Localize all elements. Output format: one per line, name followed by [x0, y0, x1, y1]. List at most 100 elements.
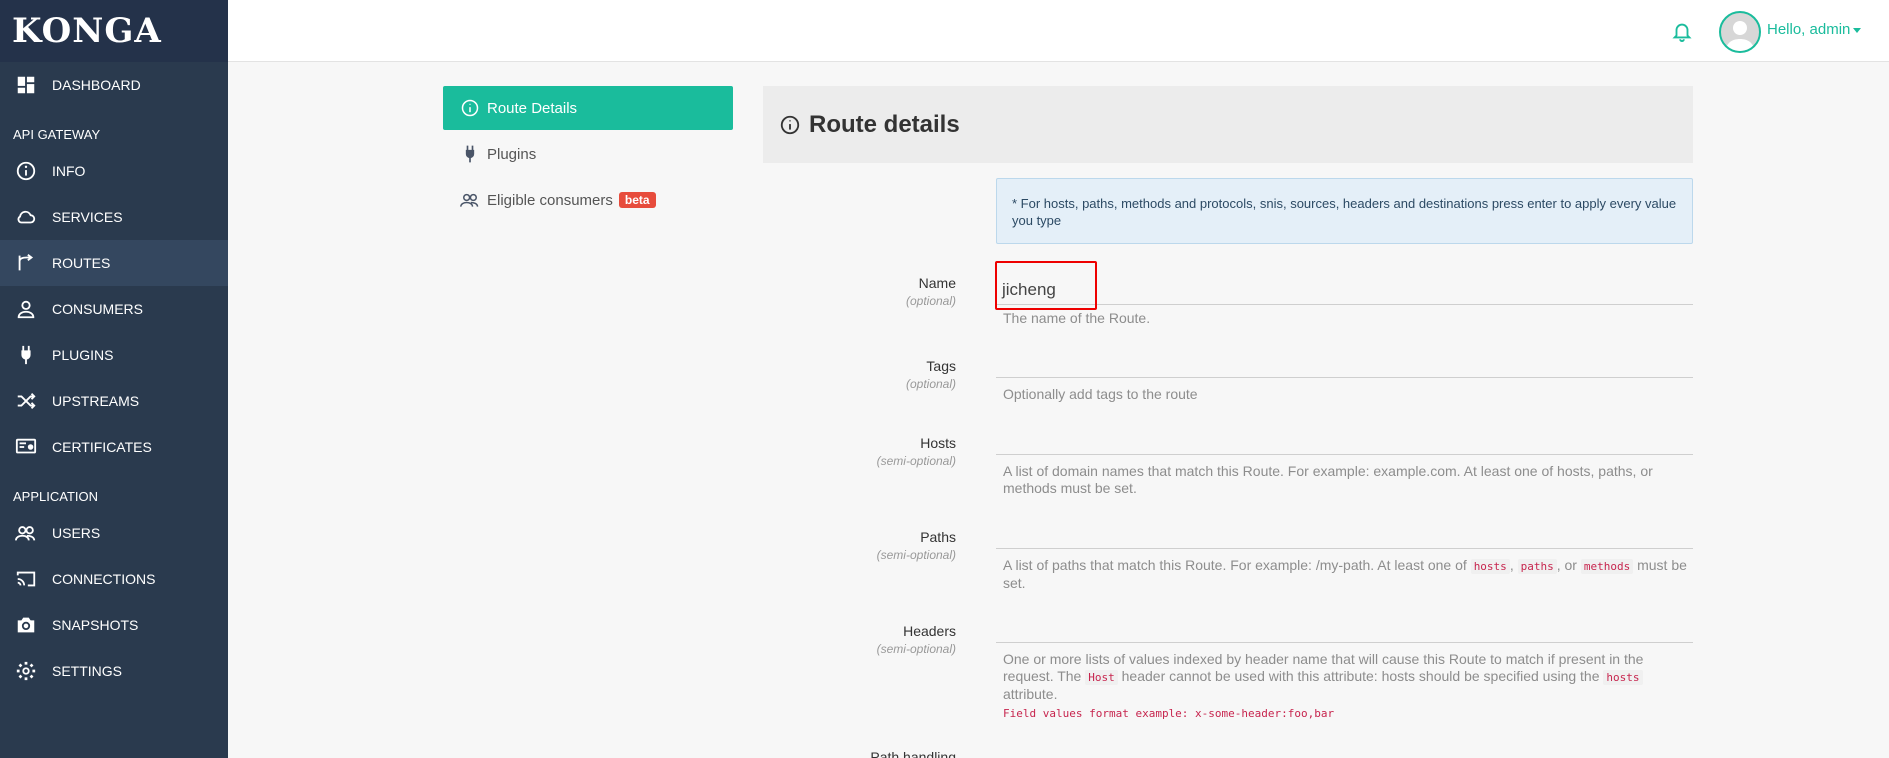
info-icon	[459, 97, 481, 119]
sidebar-item-snapshots[interactable]: SNAPSHOTS	[0, 602, 228, 648]
avatar[interactable]	[1719, 11, 1761, 53]
sidebar-item-label: SNAPSHOTS	[52, 617, 139, 633]
sidebar-item-settings[interactable]: SETTINGS	[0, 648, 228, 694]
tags-help: Optionally add tags to the route	[1003, 386, 1198, 402]
label-semi-optional: (semi-optional)	[876, 548, 956, 562]
label-optional: (optional)	[905, 377, 956, 391]
label-hosts: Hosts	[920, 435, 956, 451]
code-hosts: hosts	[1603, 670, 1643, 685]
panel-header: Route details	[763, 86, 1693, 163]
sidebar-item-label: PLUGINS	[52, 347, 114, 363]
label-paths: Paths	[920, 529, 956, 545]
sidebar: KONGA DASHBOARD API GATEWAY INFO SERVICE…	[0, 0, 228, 758]
sidebar-item-consumers[interactable]: CONSUMERS	[0, 286, 228, 332]
name-help: The name of the Route.	[1003, 310, 1151, 326]
tab-label: Eligible consumers	[487, 191, 613, 209]
sidebar-item-connections[interactable]: CONNECTIONS	[0, 556, 228, 602]
label-semi-optional: (semi-optional)	[876, 454, 956, 468]
sidebar-item-certificates[interactable]: CERTIFICATES	[0, 424, 228, 470]
hosts-input[interactable]	[996, 421, 1693, 455]
sidebar-item-services[interactable]: SERVICES	[0, 194, 228, 240]
headers-format-example: Field values format example: x-some-head…	[1003, 707, 1335, 720]
sidebar-item-plugins[interactable]: PLUGINS	[0, 332, 228, 378]
sidebar-item-label: CONNECTIONS	[52, 571, 156, 587]
headers-help-text-mid: header cannot be used with this attribut…	[1121, 668, 1600, 684]
dashboard-icon	[14, 73, 38, 97]
certificate-icon	[14, 435, 38, 459]
label-path-handling: Path handling	[870, 749, 956, 758]
separator: , or	[1556, 557, 1577, 573]
routes-icon	[14, 251, 38, 275]
route-subnav: Route Details Plugins Eligible consumers…	[443, 86, 733, 224]
field-label: Headers (semi-optional)	[756, 623, 956, 656]
sidebar-item-label: UPSTREAMS	[52, 393, 140, 409]
sidebar-item-dashboard[interactable]: DASHBOARD	[0, 62, 228, 108]
paths-help: A list of paths that match this Route. F…	[1003, 557, 1693, 592]
highlight-annotation	[995, 261, 1097, 310]
plug-icon	[459, 143, 481, 165]
separator: ,	[1509, 557, 1514, 573]
paths-input[interactable]	[996, 515, 1693, 549]
users-icon	[459, 189, 481, 211]
tab-label: Plugins	[487, 145, 537, 163]
field-label: Tags (optional)	[756, 358, 956, 391]
user-menu[interactable]: Hello, admin	[1767, 21, 1889, 38]
field-label: Name (optional)	[756, 275, 956, 308]
headers-help: One or more lists of values indexed by h…	[1003, 651, 1693, 722]
chevron-down-icon	[1853, 27, 1862, 33]
label-tags: Tags	[926, 358, 956, 374]
label-optional: (optional)	[905, 294, 956, 308]
name-input[interactable]: jicheng	[996, 271, 1693, 305]
sidebar-item-label: DASHBOARD	[52, 77, 141, 93]
user-greeting: Hello, admin	[1767, 21, 1851, 38]
sidebar-item-label: ROUTES	[52, 255, 111, 271]
sidebar-item-label: INFO	[52, 163, 86, 179]
code-hosts: hosts	[1470, 559, 1510, 574]
tab-eligible-consumers[interactable]: Eligible consumers beta	[443, 178, 733, 222]
sidebar-section-api-gateway: API GATEWAY	[13, 127, 101, 142]
field-label: Path handling	[756, 749, 956, 758]
sidebar-item-users[interactable]: USERS	[0, 510, 228, 556]
sidebar-item-label: CONSUMERS	[52, 301, 144, 317]
code-paths: paths	[1517, 559, 1557, 574]
sidebar-item-label: USERS	[52, 525, 101, 541]
tags-input[interactable]	[996, 344, 1693, 378]
sidebar-item-label: SERVICES	[52, 209, 123, 225]
top-bar: Hello, admin	[228, 0, 1889, 62]
headers-input[interactable]	[996, 609, 1693, 643]
label-headers: Headers	[903, 623, 956, 639]
sidebar-item-routes[interactable]: ROUTES	[0, 240, 228, 286]
sidebar-item-upstreams[interactable]: UPSTREAMS	[0, 378, 228, 424]
tab-label: Route Details	[487, 99, 578, 117]
tab-plugins[interactable]: Plugins	[443, 132, 733, 176]
konga-logo[interactable]: KONGA	[0, 0, 228, 62]
field-label: Paths (semi-optional)	[756, 529, 956, 562]
code-host: Host	[1085, 670, 1118, 685]
info-note: * For hosts, paths, methods and protocol…	[996, 178, 1693, 244]
beta-badge: beta	[618, 192, 656, 208]
code-methods: methods	[1580, 559, 1634, 574]
info-icon	[780, 115, 800, 134]
camera-icon	[14, 613, 38, 637]
label-name: Name	[918, 275, 956, 291]
plug-icon	[14, 343, 38, 367]
gear-icon	[14, 659, 38, 683]
paths-help-text: A list of paths that match this Route. F…	[1003, 557, 1467, 573]
users-icon	[14, 521, 38, 545]
info-icon	[14, 159, 38, 183]
tab-route-details[interactable]: Route Details	[443, 86, 733, 130]
label-semi-optional: (semi-optional)	[876, 642, 956, 656]
bell-icon[interactable]	[1671, 19, 1693, 43]
sidebar-item-label: SETTINGS	[52, 663, 123, 679]
cloud-icon	[14, 205, 38, 229]
shuffle-icon	[14, 389, 38, 413]
sidebar-item-label: CERTIFICATES	[52, 439, 152, 455]
field-label: Hosts (semi-optional)	[756, 435, 956, 468]
hosts-help: A list of domain names that match this R…	[1003, 463, 1653, 496]
page-title: Route details	[809, 110, 960, 138]
headers-help-text-end: attribute.	[1003, 686, 1058, 702]
sidebar-section-application: APPLICATION	[13, 489, 99, 504]
user-icon	[14, 297, 38, 321]
sidebar-item-info[interactable]: INFO	[0, 148, 228, 194]
cast-icon	[14, 567, 38, 591]
